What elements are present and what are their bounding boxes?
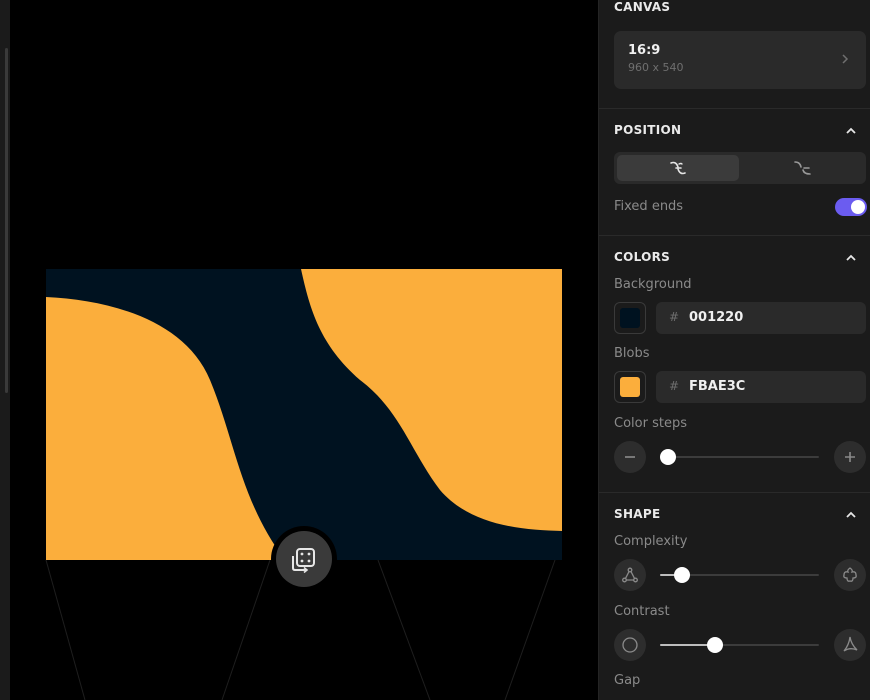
settings-panel: CANVAS 16:9 960 x 540 POSITION Fixed end… bbox=[598, 0, 870, 700]
shape-section: SHAPE bbox=[599, 492, 870, 700]
background-color-swatch[interactable] bbox=[614, 302, 646, 334]
color-steps-decrease-button[interactable] bbox=[614, 441, 646, 473]
complexity-decrease-button[interactable] bbox=[614, 559, 646, 591]
contrast-slider[interactable] bbox=[660, 637, 819, 653]
spiky-shape-icon bbox=[843, 636, 858, 652]
chevron-right-icon bbox=[842, 54, 849, 64]
background-hex-input[interactable]: # 001220 bbox=[656, 302, 866, 334]
preview-stage bbox=[0, 0, 598, 700]
canvas-size-selector[interactable]: 16:9 960 x 540 bbox=[614, 31, 866, 89]
blobs-color-swatch[interactable] bbox=[614, 371, 646, 403]
hash-prefix: # bbox=[669, 379, 680, 393]
slider-thumb[interactable] bbox=[707, 637, 724, 653]
canvas-section: CANVAS 16:9 960 x 540 bbox=[599, 0, 870, 109]
color-steps-slider[interactable] bbox=[660, 449, 819, 465]
minus-icon bbox=[625, 456, 635, 458]
color-steps-label: Color steps bbox=[614, 416, 687, 431]
slider-thumb[interactable] bbox=[660, 449, 676, 465]
plus-icon bbox=[845, 452, 855, 462]
wave-centered-icon bbox=[670, 161, 686, 175]
simple-shape-icon bbox=[622, 567, 638, 583]
contrast-increase-button[interactable] bbox=[834, 629, 866, 661]
randomize-button[interactable] bbox=[271, 526, 337, 592]
shape-section-title: SHAPE bbox=[614, 507, 661, 521]
colors-section-title: COLORS bbox=[614, 250, 671, 264]
complexity-increase-button[interactable] bbox=[834, 559, 866, 591]
complexity-slider[interactable] bbox=[660, 567, 819, 583]
gap-label: Gap bbox=[614, 673, 641, 688]
blobs-hex-value: FBAE3C bbox=[689, 379, 746, 394]
slider-thumb[interactable] bbox=[674, 567, 691, 583]
blobs-swatch-fill bbox=[620, 377, 640, 397]
contrast-label: Contrast bbox=[614, 604, 670, 619]
complexity-label: Complexity bbox=[614, 534, 688, 549]
slider-track bbox=[660, 456, 819, 458]
blobs-label: Blobs bbox=[614, 346, 650, 361]
canvas-dimensions: 960 x 540 bbox=[628, 61, 684, 74]
hash-prefix: # bbox=[669, 310, 680, 324]
canvas-ratio: 16:9 bbox=[628, 43, 661, 58]
background-swatch-fill bbox=[620, 308, 640, 328]
dice-icon bbox=[292, 548, 315, 574]
fixed-ends-toggle[interactable] bbox=[835, 198, 867, 216]
toggle-knob bbox=[851, 200, 865, 214]
canvas-section-title: CANVAS bbox=[614, 0, 671, 14]
circle-shape-icon bbox=[622, 637, 638, 653]
position-toggle bbox=[614, 152, 866, 184]
chevron-up-icon[interactable] bbox=[845, 252, 857, 264]
background-hex-value: 001220 bbox=[689, 310, 744, 325]
blobs-hex-input[interactable]: # FBAE3C bbox=[656, 371, 866, 403]
color-steps-increase-button[interactable] bbox=[834, 441, 866, 473]
blob-artwork bbox=[45, 269, 562, 700]
fixed-ends-label: Fixed ends bbox=[614, 199, 684, 214]
complex-shape-icon bbox=[843, 567, 857, 582]
position-option-centered[interactable] bbox=[617, 155, 739, 181]
chevron-up-icon[interactable] bbox=[845, 509, 857, 521]
position-option-offset[interactable] bbox=[741, 155, 863, 181]
wave-offset-icon bbox=[794, 161, 811, 175]
position-section-title: POSITION bbox=[614, 123, 682, 137]
contrast-decrease-button[interactable] bbox=[614, 629, 646, 661]
chevron-up-icon[interactable] bbox=[845, 125, 857, 137]
background-label: Background bbox=[614, 277, 692, 292]
